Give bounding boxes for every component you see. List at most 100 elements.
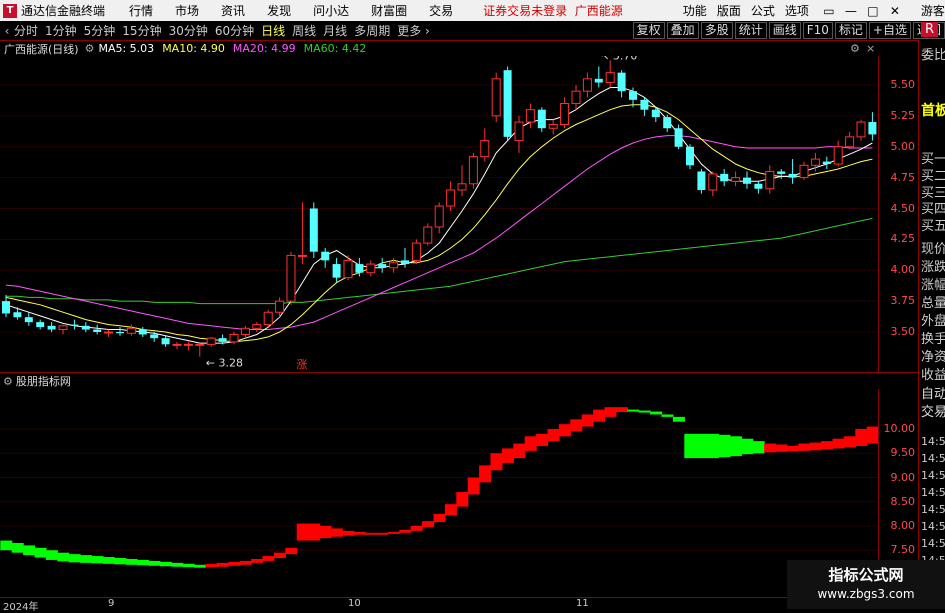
candle-body	[116, 332, 124, 334]
date-label: 9	[108, 598, 115, 609]
trade-login-notice[interactable]: 证券交易未登录 广西能源	[483, 2, 623, 19]
ribbon-bar	[752, 441, 765, 454]
period-tab[interactable]: 分时	[14, 22, 38, 39]
ribbon-bar	[262, 556, 275, 561]
guest-user[interactable]: 游客	[921, 2, 945, 19]
indicator-tick: 9.00	[890, 470, 916, 484]
tool-button[interactable]: 统计	[734, 22, 767, 39]
indicator-bar: ⚙ 股朋指标网	[0, 374, 71, 389]
ribbon-bar	[353, 531, 366, 535]
minimize-icon[interactable]: —	[841, 4, 861, 18]
menu-item-trade[interactable]: 交易	[429, 2, 453, 19]
menu-item-function[interactable]: 功能	[683, 2, 707, 19]
indicator-chart[interactable]	[0, 389, 878, 597]
candle-body	[594, 78, 603, 83]
ribbon-bar	[433, 513, 446, 523]
period-tab[interactable]: 30分钟	[169, 22, 208, 39]
settings-icon[interactable]: ⚙	[3, 375, 13, 388]
price-tick: 3.75	[890, 294, 916, 308]
quote-panel: R 委比 首板 买一 买二 买三 买四 买五 现价 涨跌 涨幅 总量 外盘 换手 净资 收益 自动 交易 14:5…	[918, 22, 945, 609]
ribbon-bar	[57, 552, 70, 562]
trade-time: 14:56	[921, 452, 945, 465]
candle-body	[343, 259, 353, 279]
candle-body	[252, 324, 262, 329]
menu-item-options[interactable]: 选项	[785, 2, 809, 19]
ribbon-bar	[34, 547, 47, 558]
candle-body	[457, 183, 467, 191]
gear-icon[interactable]: ⚙	[850, 42, 860, 55]
ma20-label: MA20: 4.99	[232, 42, 296, 55]
restore-icon[interactable]: ▭	[819, 4, 839, 18]
quote-field-label: 涨幅	[921, 278, 945, 293]
menu-item-quotes[interactable]: 行情	[129, 2, 153, 19]
close-icon[interactable]: ×	[866, 42, 875, 55]
ribbon-bar	[855, 429, 868, 446]
quote-field-label[interactable]: 自动	[921, 383, 945, 402]
tool-button[interactable]: 多股	[700, 22, 733, 39]
menu-item-ask[interactable]: 问小达	[313, 2, 349, 19]
candle-body	[446, 189, 456, 207]
chevron-left-icon[interactable]: ‹	[0, 24, 14, 38]
trade-time: 14:56	[921, 503, 945, 516]
menu-item-wealth[interactable]: 财富圈	[371, 2, 407, 19]
candle-body	[491, 78, 501, 117]
tool-button[interactable]: +自选	[868, 22, 911, 39]
period-tab[interactable]: 1分钟	[45, 22, 77, 39]
period-tab[interactable]: 月线	[323, 22, 347, 39]
ribbon-bar	[718, 434, 731, 458]
quote-field-label: 现价	[921, 242, 945, 257]
period-tab[interactable]: 60分钟	[215, 22, 254, 39]
tool-button[interactable]: 标记	[834, 22, 867, 39]
menu-item-layout[interactable]: 版面	[717, 2, 741, 19]
ribbon-bar	[330, 528, 343, 537]
menu-item-formula[interactable]: 公式	[751, 2, 775, 19]
candle-body	[355, 264, 364, 273]
menu-bar: T 通达信金融终端 行情 市场 资讯 发现 问小达 财富圈 交易 证券交易未登录…	[0, 0, 945, 21]
ribbon-bar	[650, 411, 663, 415]
ribbon-bar	[843, 436, 856, 448]
quote-field-label[interactable]: 交易	[921, 401, 945, 420]
price-axis: 5.50 5.25 5.00 4.75 4.50 4.25 4.00 3.75 3.50	[878, 56, 919, 372]
maximize-icon[interactable]: □	[863, 4, 883, 18]
period-tab[interactable]: 更多 ›	[397, 22, 430, 39]
high-price-label: ↖ 5.70	[600, 56, 637, 62]
tool-button[interactable]: F10	[802, 22, 833, 39]
ribbon-bar	[832, 438, 845, 449]
candle-body	[240, 327, 250, 335]
tool-button[interactable]: 复权	[632, 22, 665, 39]
period-tab[interactable]: 周线	[292, 22, 316, 39]
menu-item-discover[interactable]: 发现	[267, 2, 291, 19]
settings-icon[interactable]: ⚙	[85, 42, 95, 55]
ribbon-bar	[285, 547, 298, 555]
price-tick: 4.00	[890, 263, 916, 277]
ribbon-bar	[399, 529, 412, 533]
ribbon-bar	[342, 530, 355, 536]
ribbon-bar	[365, 532, 378, 535]
period-tab-active[interactable]: 日线	[261, 22, 285, 39]
candle-body	[868, 122, 877, 135]
close-icon[interactable]: ✕	[885, 4, 905, 18]
ribbon-bar	[456, 492, 469, 507]
period-tab[interactable]: 多周期	[354, 22, 390, 39]
ribbon-bar	[387, 531, 400, 534]
trade-time: 14:56	[921, 469, 945, 482]
stock-name-label: 广西能源(日线)	[4, 42, 79, 56]
date-label: 10	[348, 598, 361, 609]
quote-field-label: 换手	[921, 332, 945, 347]
candlestick-chart[interactable]: ↖ 5.70 ← 3.28 涨	[0, 56, 878, 372]
candle-body	[81, 325, 90, 330]
watermark-title: 指标公式网	[828, 566, 904, 584]
tool-button[interactable]: 画线	[768, 22, 801, 39]
candle-body	[560, 103, 570, 126]
ribbon-bar	[467, 477, 480, 495]
candle-body	[47, 325, 56, 330]
tool-button[interactable]: 叠加	[666, 22, 699, 39]
ribbon-bar	[91, 556, 104, 564]
menu-item-market[interactable]: 市场	[175, 2, 199, 19]
period-tab[interactable]: 15分钟	[122, 22, 161, 39]
panel-toggle-button[interactable]: R	[921, 22, 939, 37]
candle-body	[401, 260, 409, 265]
menu-item-news[interactable]: 资讯	[221, 2, 245, 19]
ribbon-bar	[273, 552, 286, 559]
period-tab[interactable]: 5分钟	[84, 22, 116, 39]
